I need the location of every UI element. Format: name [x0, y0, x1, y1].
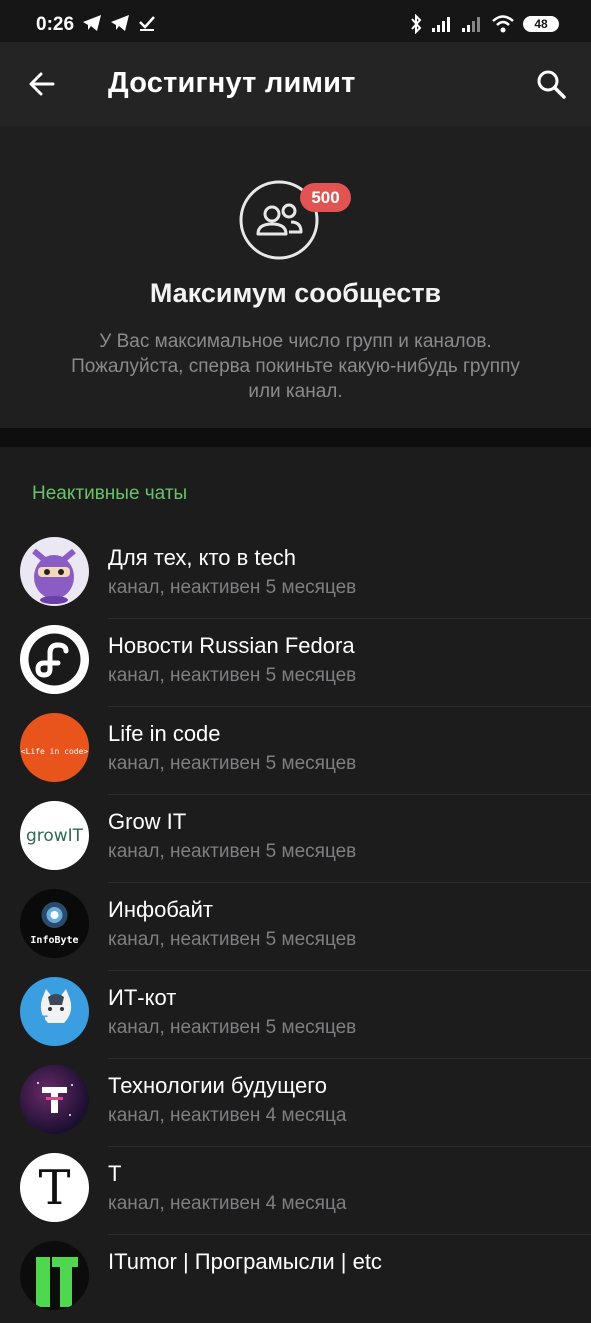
chat-row[interactable]: Технологии будущего канал, неактивен 4 м… [0, 1059, 591, 1147]
chat-row[interactable]: InfoByte Инфобайт канал, неактивен 5 мес… [0, 883, 591, 971]
telegram-notification-icon [111, 15, 129, 31]
itumor-logo-icon [36, 1257, 78, 1307]
avatar-logo-text: IT [37, 1013, 48, 1027]
chat-row[interactable]: Новости Russian Fedora канал, неактивен … [0, 619, 591, 707]
chat-row[interactable]: Для тех, кто в tech канал, неактивен 5 м… [0, 531, 591, 619]
bluetooth-icon [411, 14, 422, 34]
battery-icon: 48 [523, 16, 559, 32]
back-arrow-icon[interactable] [26, 68, 58, 100]
page-title: Достигнут лимит [108, 67, 356, 99]
chat-subtitle: канал, неактивен 4 месяца [108, 1105, 347, 1126]
chat-row[interactable]: growIT Grow IT канал, неактивен 5 месяце… [0, 795, 591, 883]
chat-name: Grow IT [108, 809, 187, 834]
limit-count-badge: 500 [300, 183, 351, 212]
chat-row[interactable]: ITumor | Програмысли | etc [0, 1235, 591, 1323]
limit-description: У Вас максимальное число групп и каналов… [71, 331, 520, 402]
chat-name: Life in code [108, 721, 221, 746]
chat-subtitle: канал, неактивен 5 месяцев [108, 841, 357, 862]
app-bar: Достигнут лимит [0, 42, 591, 126]
cat-logo-icon [40, 989, 72, 1023]
check-notification-icon [139, 16, 155, 31]
chat-avatar [20, 1065, 89, 1134]
chat-subtitle: канал, неактивен 5 месяцев [108, 753, 357, 774]
status-bar: 0:26 48 [0, 0, 591, 42]
limit-info-panel: Максимум сообществ У Вас максимальное чи… [0, 126, 591, 428]
system-icons: 48 [409, 14, 559, 34]
avatar-logo-text: T [38, 1159, 71, 1216]
wifi-icon [492, 15, 514, 33]
telegram-notification-icon [83, 15, 101, 31]
lens-logo-icon [41, 902, 68, 928]
signal-icon [462, 17, 480, 32]
avatar-logo-text: InfoByte [30, 935, 79, 946]
status-time: 0:26 [36, 14, 75, 35]
tech-future-logo-icon [37, 1082, 73, 1116]
chat-name: ИТ-кот [108, 985, 177, 1010]
chat-subtitle: канал, неактивен 5 месяцев [108, 577, 357, 598]
chat-subtitle: канал, неактивен 5 месяцев [108, 929, 357, 950]
ninja-avatar-icon [32, 548, 76, 604]
avatar-logo-text: <Life in code> [20, 747, 89, 756]
fedora-logo-icon [28, 633, 81, 686]
chat-avatar [20, 625, 89, 694]
chat-avatar: T [20, 1153, 89, 1222]
chat-subtitle: канал, неактивен 5 месяцев [108, 665, 357, 686]
inactive-chats-list: Неактивные чаты Для тех, кто в tech кана… [0, 447, 591, 1310]
notification-icons [82, 14, 156, 32]
chat-name: ITumor | Програмысли | etc [108, 1249, 382, 1274]
chat-row[interactable]: T T канал, неактивен 4 месяца [0, 1147, 591, 1235]
chat-name: Инфобайт [108, 897, 213, 922]
search-icon[interactable] [535, 68, 567, 100]
battery-level: 48 [534, 17, 548, 31]
chat-subtitle: канал, неактивен 4 месяца [108, 1193, 347, 1214]
chat-name: Для тех, кто в tech [108, 545, 296, 570]
chat-avatar: <Life in code> [20, 713, 89, 782]
signal-icon [432, 17, 450, 32]
chat-avatar: InfoByte [20, 889, 89, 958]
limit-title: Максимум сообществ [149, 278, 442, 308]
chat-row[interactable]: <Life in code> Life in code канал, неакт… [0, 707, 591, 795]
chat-avatar: growIT [20, 801, 89, 870]
chat-avatar: IT [20, 977, 89, 1046]
chat-avatar [20, 1241, 89, 1310]
section-header: Неактивные чаты [32, 483, 188, 504]
chat-name: Новости Russian Fedora [108, 633, 355, 658]
chat-avatar [20, 537, 89, 606]
avatar-logo-text: growIT [25, 825, 84, 846]
chat-name: T [108, 1161, 122, 1186]
chat-subtitle: канал, неактивен 5 месяцев [108, 1017, 357, 1038]
section-divider [0, 428, 591, 447]
chat-name: Технологии будущего [108, 1073, 327, 1098]
chat-row[interactable]: IT ИТ-кот канал, неактивен 5 месяцев [0, 971, 591, 1059]
